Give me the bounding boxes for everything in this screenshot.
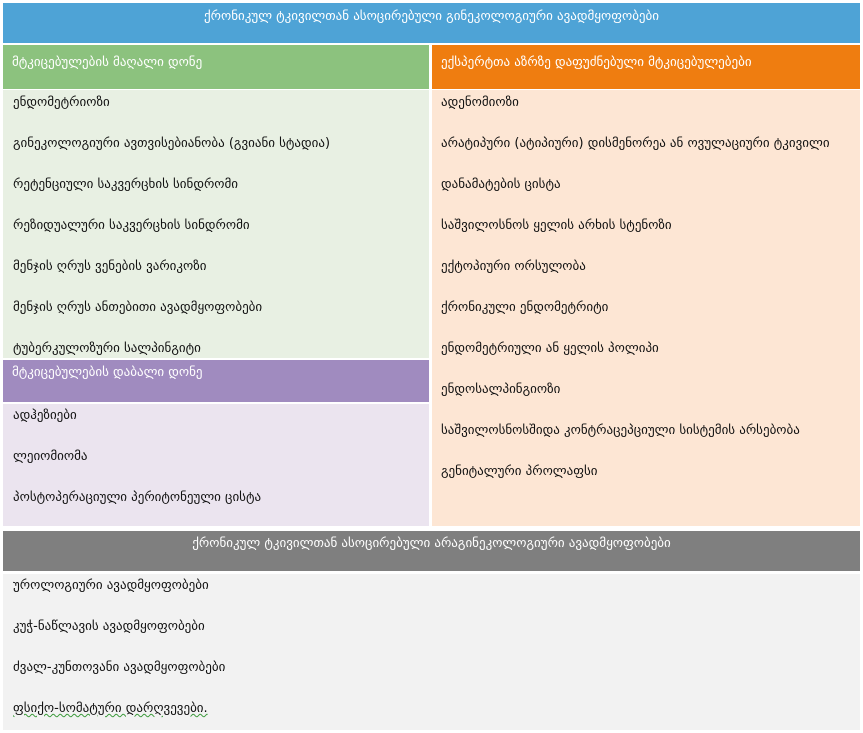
list-item: არატიპური (ატიპიური) დისმენორეა ან ოვულა… xyxy=(441,136,830,151)
high-level-title: მტკიცებულების მაღალი დონე xyxy=(12,55,203,70)
list-item: ენდომეტრიული ან ყელის პოლიპი xyxy=(441,341,659,356)
list-item: ძვალ-კუნთოვანი ავადმყოფობები xyxy=(13,660,226,675)
list-item: საშვილოსნოსშიდა კონტრაცეპციული სისტემის … xyxy=(441,423,800,438)
expert-title: ექსპერტთა აზრზე დაფუძნებული მტკიცებულებე… xyxy=(441,55,752,70)
list-item: პოსტოპერაციული პერიტონეული ცისტა xyxy=(13,490,262,505)
expert-list: ადენომიოზი არატიპური (ატიპიური) დისმენორ… xyxy=(432,90,860,526)
gyn-header-title: ქრონიკულ ტკივილთან ასოცირებული გინეკოლოგ… xyxy=(204,9,659,24)
list-item: გენიტალური პროლაფსი xyxy=(441,464,598,479)
list-item: უროლოგიური ავადმყოფობები xyxy=(13,578,209,593)
non-gyn-list: უროლოგიური ავადმყოფობები კუჭ-ნაწლავის ავ… xyxy=(3,574,860,730)
low-level-list: ადჰეზიები ლეიომიომა პოსტოპერაციული პერიტ… xyxy=(3,404,429,526)
expert-header: ექსპერტთა აზრზე დაფუძნებული მტკიცებულებე… xyxy=(432,45,860,89)
list-item: ადენომიოზი xyxy=(441,95,519,110)
list-item: გინეკოლოგიური ავთვისებიანობა (გვიანი სტა… xyxy=(13,136,331,151)
list-item: ექტოპიური ორსულობა xyxy=(441,259,586,274)
list-item: რეტენციული საკვერცხის სინდრომი xyxy=(13,177,239,192)
list-item: ლეიომიომა xyxy=(13,449,88,464)
low-level-title: მტკიცებულების დაბალი დონე xyxy=(12,365,203,380)
non-gyn-header: ქრონიკულ ტკივილთან ასოცირებული არაგინეკო… xyxy=(3,531,860,571)
list-item: ენდომეტრიოზი xyxy=(13,95,110,110)
list-item: საშვილოსნოს ყელის არხის სტენოზი xyxy=(441,218,672,233)
list-item: ტუბერკულოზური სალპინგიტი xyxy=(13,341,201,356)
list-item: რეზიდუალური საკვერცხის სინდრომი xyxy=(13,218,250,233)
high-level-header: მტკიცებულების მაღალი დონე xyxy=(3,45,429,89)
list-item: დანამატების ცისტა xyxy=(441,177,561,192)
high-level-list: ენდომეტრიოზი გინეკოლოგიური ავთვისებიანობ… xyxy=(3,90,429,358)
list-item: მენჯის ღრუს ანთებითი ავადმყოფობები xyxy=(13,300,263,315)
list-item: ფსიქო-სომატური დარღვევები. xyxy=(13,701,208,716)
list-item: კუჭ-ნაწლავის ავადმყოფობები xyxy=(13,619,205,634)
list-item: ადჰეზიები xyxy=(13,408,77,423)
list-item: მენჯის ღრუს ვენების ვარიკოზი xyxy=(13,259,207,274)
low-level-header: მტკიცებულების დაბალი დონე xyxy=(3,360,429,402)
list-item: ქრონიკული ენდომეტრიტი xyxy=(441,300,609,315)
gyn-header: ქრონიკულ ტკივილთან ასოცირებული გინეკოლოგ… xyxy=(3,3,860,43)
non-gyn-title: ქრონიკულ ტკივილთან ასოცირებული არაგინეკო… xyxy=(192,536,671,551)
list-item: ენდოსალპინგიოზი xyxy=(441,382,561,397)
